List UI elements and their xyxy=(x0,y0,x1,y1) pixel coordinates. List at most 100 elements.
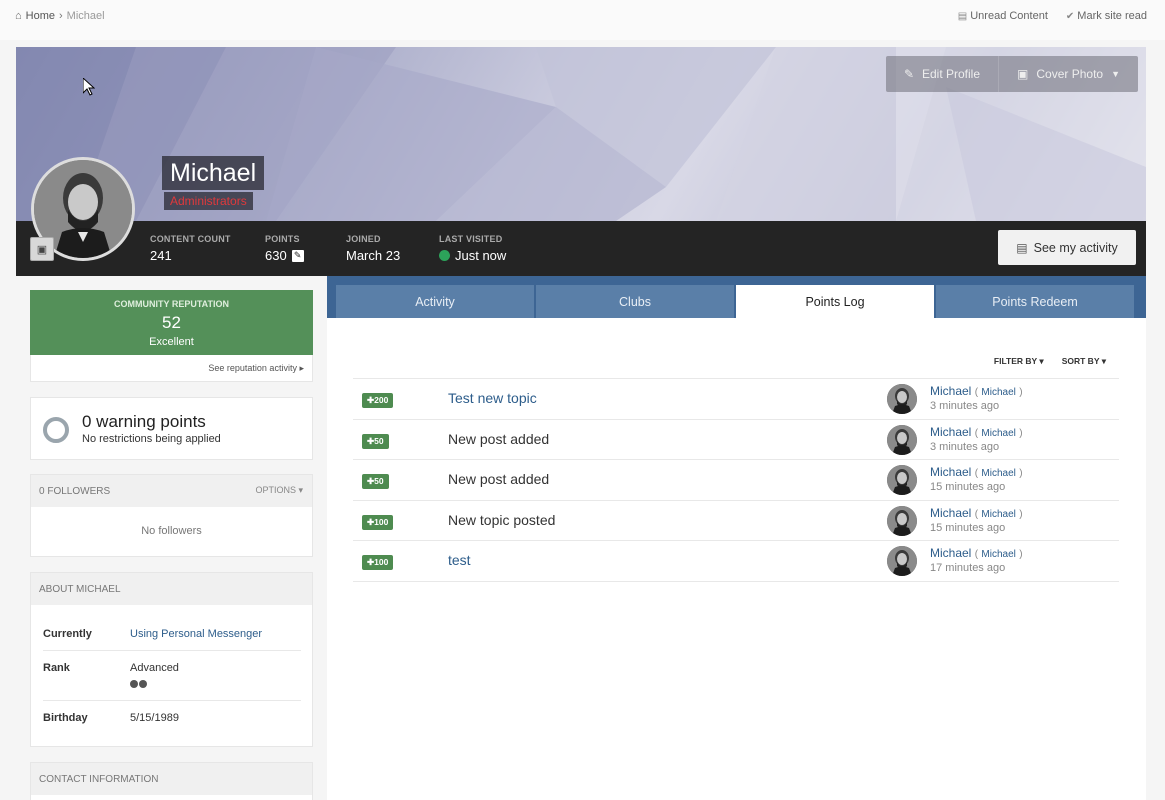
reputation-word: Excellent xyxy=(149,336,194,348)
sort-by-dropdown[interactable]: SORT BY ▾ xyxy=(1062,356,1106,367)
cover-button-group: ✎ Edit Profile ▣ Cover Photo ▼ xyxy=(885,56,1138,92)
paren-open: ( xyxy=(974,387,979,398)
followers-heading: 0 FOLLOWERS xyxy=(39,486,111,497)
user-link-secondary[interactable]: Michael xyxy=(981,468,1015,479)
log-title: New post added xyxy=(448,471,550,488)
user-link-secondary[interactable]: Michael xyxy=(981,387,1015,398)
birthday-label: Birthday xyxy=(43,712,88,724)
paren-close: ) xyxy=(1019,508,1023,520)
stat-last-visited: LAST VISITED Just now xyxy=(439,234,506,263)
points-log-row: ✚200 Test new topic Michael ( Michael ) 3 m… xyxy=(353,378,1119,418)
paren-open: ( xyxy=(974,427,979,439)
followers-options-button[interactable]: OPTIONS ▾ xyxy=(255,485,303,496)
followers-card: 0 FOLLOWERS OPTIONS ▾ No followers xyxy=(30,474,313,557)
user-link-secondary[interactable]: Michael xyxy=(981,428,1015,439)
currently-value-link[interactable]: Using Personal Messenger xyxy=(130,628,262,640)
log-title-link[interactable]: test xyxy=(448,552,471,568)
about-card: ABOUT MICHAEL Currently Using Personal M… xyxy=(30,572,313,747)
paren-open: ( xyxy=(974,468,979,480)
user-avatar[interactable] xyxy=(887,465,917,496)
top-links: ▤ Unread Content ✔ Mark site read xyxy=(958,10,1147,22)
rank-pip xyxy=(139,680,147,688)
change-photo-button[interactable]: ▣ xyxy=(30,237,54,261)
joined-value: March 23 xyxy=(346,248,401,263)
user-avatar[interactable] xyxy=(887,505,917,536)
followers-heading-row: 0 FOLLOWERS OPTIONS ▾ xyxy=(31,475,312,507)
paren-close: ) xyxy=(1019,549,1023,561)
stat-value: 630 ✎ xyxy=(265,248,304,263)
see-my-activity-button[interactable]: ▤ See my activity xyxy=(998,230,1136,265)
rank-pip xyxy=(130,680,138,688)
stat-value: 241 xyxy=(150,248,231,263)
no-followers-text: No followers xyxy=(141,525,202,537)
tab-points-redeem[interactable]: Points Redeem xyxy=(936,285,1134,318)
unread-content-link[interactable]: ▤ Unread Content xyxy=(958,10,1048,22)
log-title: New topic posted xyxy=(448,511,556,528)
filter-by-dropdown[interactable]: FILTER BY ▾ xyxy=(994,356,1044,367)
cover-photo-button[interactable]: ▣ Cover Photo ▼ xyxy=(998,56,1138,92)
rank-pips xyxy=(130,680,147,688)
user-link[interactable]: Michael xyxy=(930,384,971,398)
points-log-row: ✚50 New post added Michael ( Michael ) 3 mi… xyxy=(353,418,1119,459)
tab-activity[interactable]: Activity xyxy=(336,285,534,318)
user-link-secondary[interactable]: Michael xyxy=(981,549,1015,560)
rank-label: Rank xyxy=(43,662,70,674)
user-avatar[interactable] xyxy=(887,424,917,455)
mark-site-read-link[interactable]: ✔ Mark site read xyxy=(1066,10,1147,22)
breadcrumb-separator: › xyxy=(59,10,63,22)
caret-right-icon: ▸ xyxy=(299,363,304,373)
user-link[interactable]: Michael xyxy=(930,506,971,520)
reputation-activity-row: See reputation activity ▸ xyxy=(30,355,313,382)
image-icon: ▣ xyxy=(36,243,48,256)
stat-value: March 23 xyxy=(346,248,400,263)
stat-content-count: CONTENT COUNT 241 xyxy=(150,234,231,263)
unread-content-label: Unread Content xyxy=(970,10,1048,22)
content-count-value: 241 xyxy=(150,248,172,263)
user-link[interactable]: Michael xyxy=(930,546,971,560)
points-badge: ✚200 xyxy=(362,393,394,408)
user-avatar[interactable] xyxy=(887,384,917,414)
breadcrumb: ⌂ Home › Michael xyxy=(15,10,105,22)
user-link[interactable]: Michael xyxy=(930,465,971,479)
see-reputation-activity-link[interactable]: See reputation activity ▸ xyxy=(208,363,304,373)
profile-name-box: Michael xyxy=(162,156,265,190)
tab-points-log[interactable]: Points Log xyxy=(736,285,934,318)
log-timestamp: 15 minutes ago xyxy=(930,521,1006,534)
paren-close: ) xyxy=(1019,427,1023,439)
filter-controls: FILTER BY ▾ SORT BY ▾ xyxy=(994,356,1106,367)
tab-clubs[interactable]: Clubs xyxy=(536,285,734,318)
stat-joined: JOINED March 23 xyxy=(346,234,400,263)
user-link[interactable]: Michael xyxy=(930,425,971,439)
breadcrumb-current: Michael xyxy=(66,10,105,22)
user-avatar[interactable] xyxy=(887,546,917,577)
points-badge: ✚50 xyxy=(362,474,389,490)
edit-points-icon[interactable]: ✎ xyxy=(291,249,304,262)
warning-title: 0 warning points xyxy=(82,412,206,431)
breadcrumb-home[interactable]: Home xyxy=(26,10,55,22)
reputation-value: 52 xyxy=(162,313,181,332)
log-user: Michael ( Michael ) xyxy=(930,506,1023,520)
community-reputation-box: COMMUNITY REPUTATION 52 Excellent xyxy=(30,290,313,355)
image-icon: ▣ xyxy=(1017,67,1029,81)
log-user: Michael ( Michael ) xyxy=(930,425,1023,439)
check-icon: ✔ xyxy=(1065,11,1075,22)
user-link-secondary[interactable]: Michael xyxy=(981,509,1015,520)
paren-close: ) xyxy=(1019,387,1023,398)
edit-profile-button[interactable]: ✎ Edit Profile xyxy=(886,56,998,92)
stat-label: POINTS xyxy=(265,234,300,244)
reputation-label: COMMUNITY REPUTATION xyxy=(114,299,229,309)
points-amount: 50 xyxy=(374,435,384,446)
stat-points: POINTS 630 ✎ xyxy=(265,234,304,263)
cover-photo-label: Cover Photo xyxy=(1036,67,1104,81)
stat-label: JOINED xyxy=(346,234,381,244)
log-title-link[interactable]: Test new topic xyxy=(448,390,537,406)
points-amount: 200 xyxy=(374,395,389,405)
rank-value: Advanced xyxy=(130,662,179,674)
paren-open: ( xyxy=(974,549,979,561)
log-user: Michael ( Michael ) xyxy=(930,384,1023,398)
log-title: New post added xyxy=(448,430,550,447)
log-user: Michael ( Michael ) xyxy=(930,465,1023,479)
log-user: Michael ( Michael ) xyxy=(930,546,1023,560)
stat-label: CONTENT COUNT xyxy=(150,234,231,244)
divider xyxy=(353,581,1119,582)
